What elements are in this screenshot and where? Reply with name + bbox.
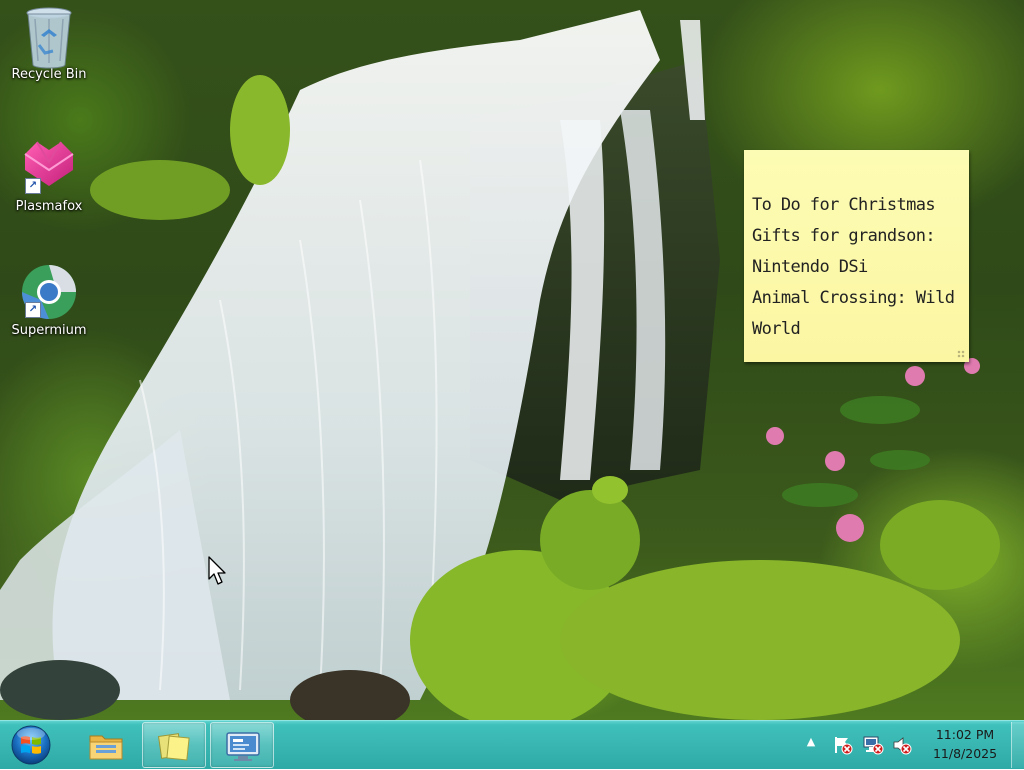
folder-icon xyxy=(89,735,123,760)
clock-date: 11/8/2025 xyxy=(932,746,998,761)
system-clock[interactable]: 11:02 PM 11/8/2025 xyxy=(918,725,1012,763)
resize-grip-icon[interactable] xyxy=(957,350,965,358)
taskbar-button-remote-desktop[interactable] xyxy=(210,722,274,768)
volume-muted-icon[interactable] xyxy=(892,735,912,755)
taskbar-button-windows-explorer[interactable] xyxy=(75,722,137,766)
sticky-note-line[interactable]: Nintendo DSi xyxy=(752,252,961,283)
desktop-icon-supermium[interactable]: ↗ Supermium xyxy=(4,264,94,338)
shortcut-arrow-icon: ↗ xyxy=(25,178,41,194)
windows-start-orb-icon[interactable] xyxy=(9,724,53,766)
shortcut-arrow-icon: ↗ xyxy=(25,302,41,318)
sticky-note-line[interactable]: Gifts for grandson: xyxy=(752,221,961,252)
sticky-notes-icon xyxy=(158,733,190,761)
network-icon[interactable] xyxy=(862,735,884,755)
show-desktop-button[interactable] xyxy=(1011,722,1024,768)
clock-time: 11:02 PM xyxy=(935,727,995,742)
desktop-icon-plasmafox[interactable]: ↗ Plasmafox xyxy=(4,140,94,214)
sticky-note-line[interactable]: World xyxy=(752,314,961,345)
sticky-note-line[interactable]: To Do for Christmas xyxy=(752,190,961,221)
desktop-icon-recycle-bin[interactable]: Recycle Bin xyxy=(4,5,94,82)
taskbar-button-sticky-notes[interactable] xyxy=(142,722,206,768)
supermium-icon: ↗ xyxy=(21,264,77,320)
recycle-bin-icon xyxy=(21,5,77,69)
show-hidden-icons-chevron[interactable]: ▲ xyxy=(803,735,819,749)
action-center-flag-icon[interactable] xyxy=(833,735,853,755)
desktop-icon-label: Plasmafox xyxy=(15,199,83,214)
plasmafox-icon: ↗ xyxy=(21,140,77,196)
sticky-note[interactable]: To Do for Christmas Gifts for grandson: … xyxy=(744,150,969,362)
remote-desktop-icon xyxy=(226,732,260,761)
desktop-icon-label: Supermium xyxy=(11,323,87,338)
mouse-cursor-icon xyxy=(208,556,230,590)
sticky-note-line[interactable]: Animal Crossing: Wild xyxy=(752,283,961,314)
